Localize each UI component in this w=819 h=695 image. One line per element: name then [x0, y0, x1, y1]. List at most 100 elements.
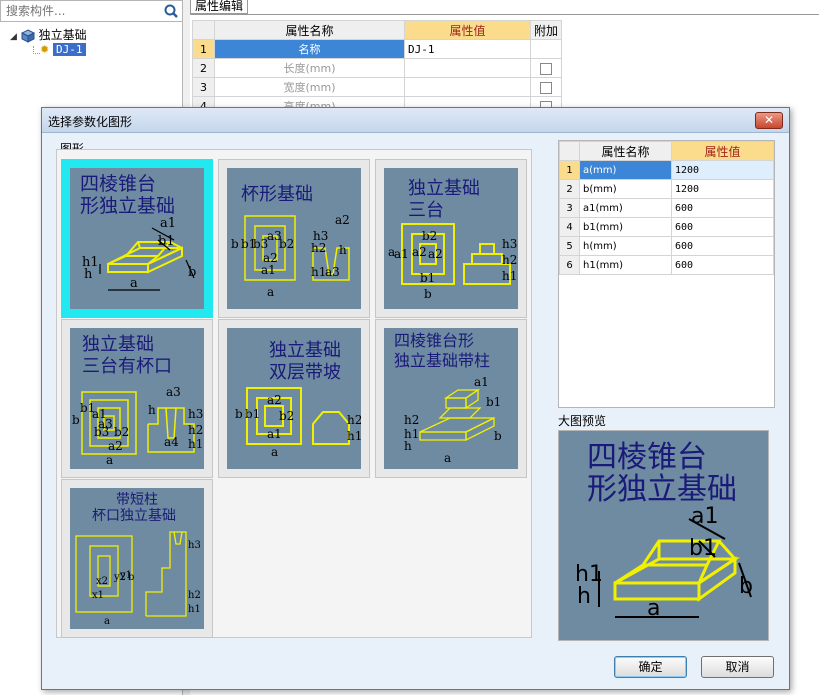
tree-node-root[interactable]: ◢ 独立基础: [10, 26, 87, 43]
table-row[interactable]: 3 宽度(mm): [192, 77, 563, 97]
shape-thumbnail-double-slope[interactable]: 独立基础 双层带坡 b b1 b2 a2 a1 a h2 h1: [218, 319, 370, 478]
svg-text:a2: a2: [267, 393, 282, 407]
param-value[interactable]: 600: [671, 217, 774, 237]
svg-text:a1: a1: [691, 504, 718, 529]
search-input[interactable]: [4, 2, 154, 20]
param-value[interactable]: 1200: [671, 179, 774, 199]
ok-button[interactable]: 确定: [614, 656, 687, 678]
property-name[interactable]: 宽度(mm): [214, 77, 405, 97]
svg-text:a: a: [130, 276, 138, 291]
drawing-title-line1: 独立基础: [82, 334, 154, 355]
param-value[interactable]: 600: [671, 236, 774, 256]
dialog-titlebar[interactable]: 选择参数化图形 ✕: [42, 108, 789, 133]
table-row[interactable]: 2 长度(mm): [192, 58, 563, 78]
svg-text:h: h: [339, 243, 347, 257]
three-tier-drawing: 独立基础 三台 aa1b2 a2 a2b1 bh3h2 h1: [388, 178, 517, 301]
tab-divider: [190, 14, 819, 15]
param-name[interactable]: b1(mm): [579, 217, 672, 237]
svg-text:h2: h2: [311, 241, 326, 255]
svg-text:b3: b3: [94, 425, 109, 439]
table-row[interactable]: 6 h1(mm) 600: [559, 255, 774, 275]
svg-text:a1: a1: [474, 375, 489, 389]
svg-text:a1: a1: [394, 247, 409, 261]
property-value[interactable]: DJ-1: [404, 39, 531, 59]
search-box[interactable]: [0, 0, 183, 22]
column-header-value: 属性值: [671, 141, 774, 161]
svg-text:b1: b1: [689, 536, 717, 561]
svg-text:b2: b2: [279, 409, 294, 423]
table-row[interactable]: 3 a1(mm) 600: [559, 198, 774, 218]
tree-node-dj1[interactable]: ✹ DJ-1: [40, 42, 86, 56]
shape-drawing: 独立基础 双层带坡 b b1 b2 a2 a1 a h2 h1: [227, 328, 361, 469]
row-number: 1: [192, 39, 215, 59]
param-name[interactable]: a1(mm): [579, 198, 672, 218]
drawing-title-line2: 独立基础带柱: [394, 351, 490, 370]
property-grid: 属性名称 属性值 附加 1 名称 DJ-1 2 长度(mm) 3 宽度(mm) …: [192, 20, 563, 116]
expand-arrow-icon[interactable]: ◢: [10, 32, 17, 42]
svg-text:b1: b1: [158, 234, 175, 249]
shape-thumbnail-three-tier[interactable]: 独立基础 三台 a a1 b2 a2 a2 b1 b h3 h2 h1: [375, 159, 527, 318]
extra-cell: [529, 39, 563, 59]
shape-thumbnail-three-tier-cup[interactable]: 独立基础 三台有杯口 b b1 a1 a3 b3 b2 a2 a a3 h h3…: [61, 319, 213, 478]
shape-drawing: 独立基础 三台有杯口 b b1 a1 a3 b3 b2 a2 a a3 h h3…: [70, 328, 204, 469]
table-row[interactable]: 4 b1(mm) 600: [559, 217, 774, 237]
tab-property-editor[interactable]: 属性编辑: [190, 0, 249, 14]
property-name[interactable]: 名称: [214, 39, 405, 59]
cancel-button[interactable]: 取消: [701, 656, 774, 678]
property-value[interactable]: [404, 58, 531, 78]
preview-group-label: 大图预览: [558, 414, 607, 428]
param-name[interactable]: b(mm): [579, 179, 672, 199]
shape-thumbnail-short-column-cup[interactable]: 带短柱 杯口独立基础 x2 x1 y2 y1 b a h3 h2 h1: [61, 479, 213, 638]
svg-text:h1: h1: [188, 604, 201, 615]
param-name[interactable]: h(mm): [579, 236, 672, 256]
svg-text:a1: a1: [267, 427, 282, 441]
shape-drawing: 杯形基础 b b1 b3 b2 a3 a2 a1 a a2 h3 h2 h1 h a3: [227, 168, 361, 309]
svg-text:a3: a3: [166, 385, 181, 399]
shape-thumbnail-truncated-pyramid[interactable]: 四棱锥台 形独立基础 a a1 b1 h1 h b: [61, 159, 213, 318]
svg-text:a3: a3: [325, 265, 340, 279]
param-value[interactable]: 600: [671, 255, 774, 275]
preview-drawing: 四棱锥台 形独立基础 a a1 b1 h1 h b: [575, 440, 753, 621]
close-button[interactable]: ✕: [755, 112, 783, 129]
row-number: 2: [559, 179, 580, 199]
svg-text:b1: b1: [420, 271, 435, 285]
table-row[interactable]: 5 h(mm) 600: [559, 236, 774, 256]
param-value[interactable]: 1200: [671, 160, 774, 180]
shape-thumbnail-pyramid-with-column[interactable]: 四棱锥台形 独立基础带柱 a1 b1 b h2 h1 h a: [375, 319, 527, 478]
svg-text:h2: h2: [188, 423, 203, 437]
table-row[interactable]: 2 b(mm) 1200: [559, 179, 774, 199]
tree-node-root-label: 独立基础: [38, 28, 87, 42]
param-name[interactable]: a(mm): [579, 160, 672, 180]
shape-gallery: 四棱锥台 形独立基础 a a1 b1 h1 h b 杯形基础 b b1 b3 b…: [56, 149, 532, 638]
shape-params-table: 属性名称 属性值 1 a(mm) 1200 2 b(mm) 1200 3 a1(…: [559, 141, 774, 275]
svg-text:b: b: [424, 287, 432, 301]
column-header-extra: 附加: [529, 20, 563, 40]
svg-text:a: a: [106, 453, 113, 467]
drawing-title-line1: 独立基础: [269, 340, 341, 361]
drawing-title-line1: 带短柱: [116, 492, 158, 508]
grid-corner: [559, 141, 580, 161]
table-row[interactable]: 1 a(mm) 1200: [559, 160, 774, 180]
svg-text:a: a: [647, 596, 660, 621]
param-name[interactable]: h1(mm): [579, 255, 672, 275]
svg-text:h2: h2: [188, 590, 201, 601]
search-icon[interactable]: [163, 3, 179, 19]
cube-icon: [20, 28, 35, 43]
shape-thumbnail-cup-foundation[interactable]: 杯形基础 b b1 b3 b2 a3 a2 a1 a a2 h3 h2 h1 h a3: [218, 159, 370, 318]
svg-text:h1: h1: [347, 429, 361, 443]
column-header-name: 属性名称: [214, 20, 405, 40]
property-name[interactable]: 长度(mm): [214, 58, 405, 78]
property-value[interactable]: [404, 77, 531, 97]
param-value[interactable]: 600: [671, 198, 774, 218]
cup-foundation-drawing: 杯形基础 b b1b3 b2a3a2 a1a a2h3h2 h1ha3: [231, 184, 350, 299]
svg-text:h3: h3: [188, 540, 201, 551]
svg-text:b: b: [72, 413, 80, 427]
drawing-title-line2: 三台: [408, 200, 444, 221]
table-row[interactable]: 1 名称 DJ-1: [192, 39, 563, 59]
preview-title-line2: 形独立基础: [587, 472, 737, 507]
extra-checkbox[interactable]: [540, 81, 552, 94]
shape-params-panel: 属性名称 属性值 1 a(mm) 1200 2 b(mm) 1200 3 a1(…: [558, 140, 775, 408]
drawing-title-line1: 四棱锥台形: [394, 331, 474, 350]
extra-checkbox[interactable]: [540, 62, 552, 75]
drawing-title-line2: 双层带坡: [269, 362, 341, 383]
